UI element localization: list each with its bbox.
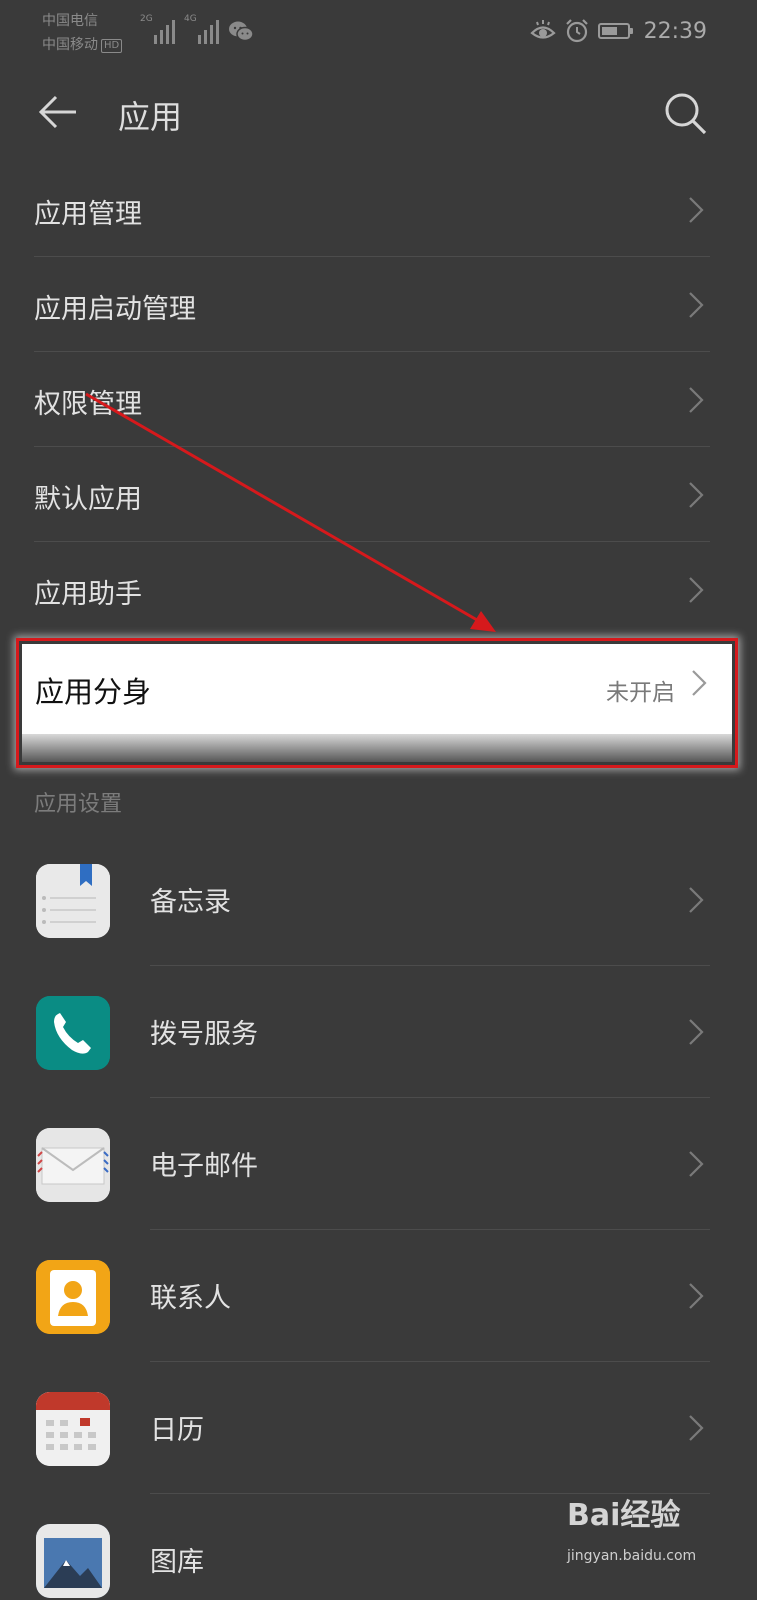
highlight-fade [22, 734, 732, 762]
app-item-label: 联系人 [150, 1283, 231, 1314]
chevron-right-icon [689, 1019, 704, 1045]
phone-icon [36, 996, 110, 1070]
app-item-calendar[interactable]: 日历 [0, 1362, 757, 1494]
contact-icon [36, 1260, 110, 1334]
app-item-contacts[interactable]: 联系人 [0, 1230, 757, 1362]
chevron-right-icon [689, 1151, 704, 1177]
chevron-right-icon [689, 1283, 704, 1309]
notepad-icon [36, 864, 110, 938]
app-item-label: 日历 [150, 1415, 204, 1446]
chevron-right-icon [689, 887, 704, 913]
baidu-jingyan-watermark: Bai经验 jingyan.baidu.com [567, 1490, 717, 1580]
gallery-icon [36, 1524, 110, 1598]
chevron-right-icon [689, 1415, 704, 1441]
app-item-notepad[interactable]: 备忘录 [0, 834, 757, 966]
watermark-url: jingyan.baidu.com [567, 1548, 697, 1564]
app-item-label: 拨号服务 [150, 1019, 258, 1050]
app-item-phone[interactable]: 拨号服务 [0, 966, 757, 1098]
app-item-email[interactable]: 电子邮件 [0, 1098, 757, 1230]
app-item-label: 图库 [150, 1547, 204, 1578]
watermark-logo: Bai经验 [567, 1498, 681, 1533]
section-header-app-settings: 应用设置 [34, 792, 123, 817]
mail-icon [36, 1128, 110, 1202]
app-item-label: 备忘录 [150, 887, 231, 918]
app-item-label: 电子邮件 [150, 1151, 258, 1182]
calendar-icon [36, 1392, 110, 1466]
annotation-arrow-icon [85, 392, 496, 632]
